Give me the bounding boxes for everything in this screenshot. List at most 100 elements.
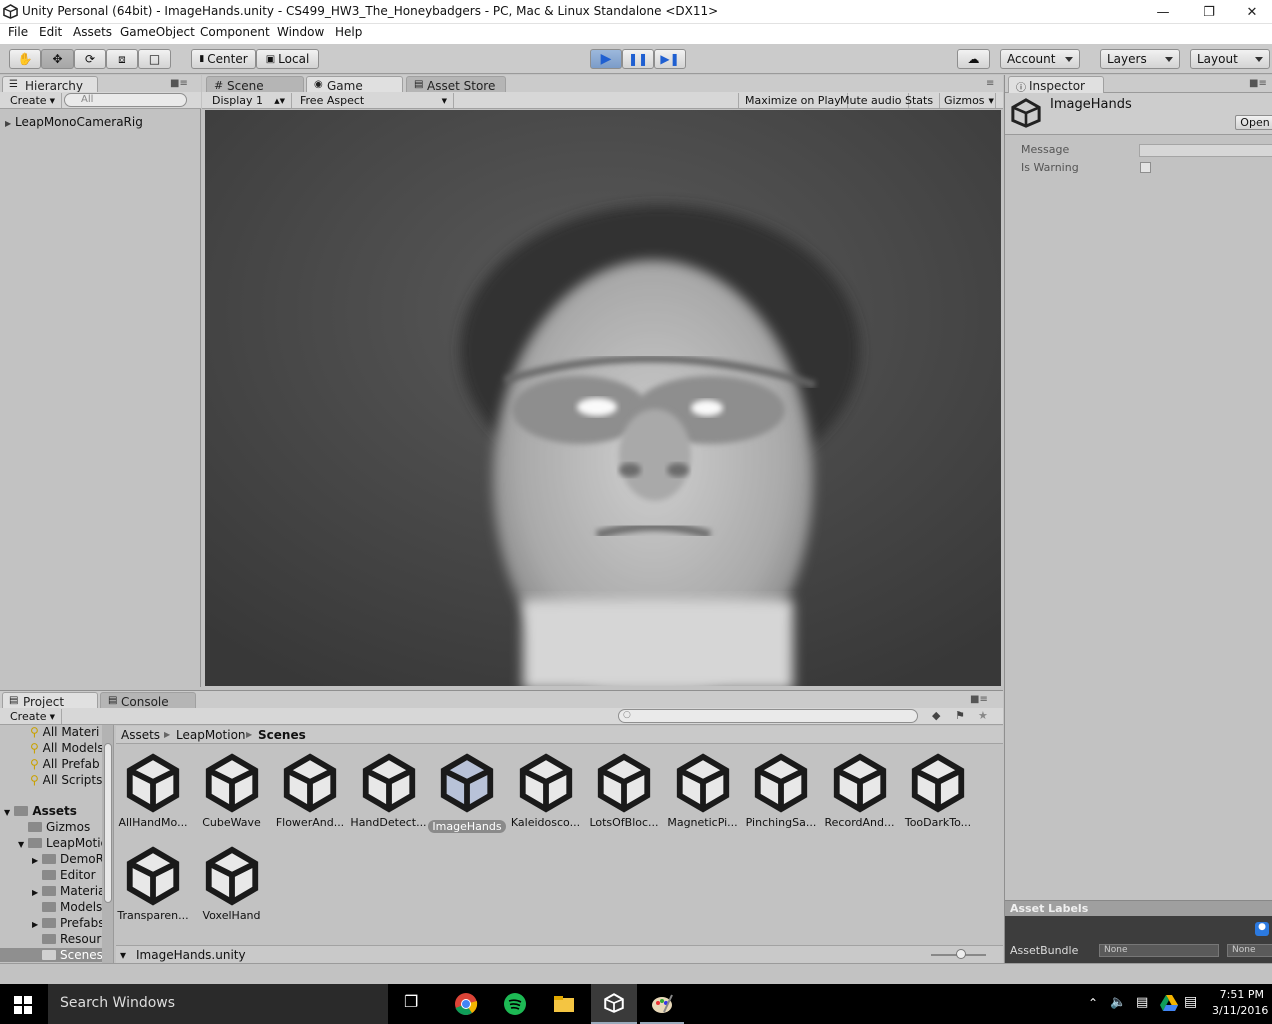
google-drive-icon[interactable]	[1160, 995, 1178, 1011]
asset-item[interactable]: AllHandMo...	[114, 751, 192, 829]
expand-arrow-icon[interactable]: ▶	[32, 888, 38, 897]
folder-models[interactable]: Models	[42, 900, 102, 914]
filter-type-icon[interactable]: ◆	[932, 709, 940, 722]
tab-inspector[interactable]: ⓘ Inspector	[1008, 76, 1104, 94]
favorite-item[interactable]: ⚲ All Models	[30, 741, 104, 755]
breadcrumb-assets[interactable]: Assets	[121, 728, 160, 742]
menu-help[interactable]: Help	[330, 25, 367, 39]
scale-tool-button[interactable]: ⧈	[106, 49, 138, 69]
folder-prefabs[interactable]: ▶ Prefabs	[32, 916, 105, 930]
hierarchy-item[interactable]: ▶ LeapMonoCameraRig	[5, 115, 143, 129]
pause-button[interactable]: ❚❚	[622, 49, 654, 69]
folder-demo[interactable]: ▶ DemoR	[32, 852, 104, 866]
folder-scenes[interactable]: Scenes	[0, 948, 103, 962]
game-render-view[interactable]	[205, 110, 1001, 686]
folder-gizmos[interactable]: Gizmos	[28, 820, 90, 834]
message-field[interactable]	[1139, 144, 1272, 157]
filter-label-icon[interactable]: ⚑	[955, 709, 965, 722]
collapse-arrow-icon[interactable]: ▼	[18, 840, 24, 849]
lock-icon[interactable]: ■≡	[970, 694, 988, 705]
expand-arrow-icon[interactable]: ▶	[32, 920, 38, 929]
menu-assets[interactable]: Assets	[68, 25, 117, 39]
menu-window[interactable]: Window	[272, 25, 329, 39]
zoom-slider-thumb[interactable]	[956, 949, 966, 959]
task-view-icon[interactable]: ❐	[404, 992, 428, 1016]
notifications-icon[interactable]: ▤	[1184, 994, 1197, 1010]
expand-arrow-icon[interactable]: ▶	[5, 119, 11, 128]
play-button[interactable]: ▶	[590, 49, 622, 69]
pivot-local-button[interactable]: ▣ Local	[256, 49, 319, 69]
file-explorer-icon[interactable]	[552, 992, 576, 1016]
lock-icon[interactable]: ■≡	[1249, 78, 1267, 89]
mute-audio-toggle[interactable]: Mute audio	[834, 93, 909, 108]
layers-dropdown[interactable]: Layers	[1100, 49, 1180, 69]
folder-resources[interactable]: Resour	[42, 932, 101, 946]
tree-scrollbar-thumb[interactable]	[104, 743, 112, 903]
asset-bundle-dropdown[interactable]: None	[1099, 944, 1219, 957]
hierarchy-create-button[interactable]: Create ▼	[4, 93, 62, 108]
collapse-arrow-icon[interactable]: ▼	[4, 808, 10, 817]
maximize-on-play-toggle[interactable]: Maximize on Play	[738, 93, 848, 108]
lock-icon[interactable]: ■≡	[170, 78, 188, 89]
minimize-button[interactable]: —	[1140, 0, 1186, 24]
cloud-button[interactable]: ☁	[957, 49, 990, 69]
layout-dropdown[interactable]: Layout	[1190, 49, 1270, 69]
windows-start-icon[interactable]	[14, 996, 32, 1014]
tag-icon[interactable]: ●	[1255, 922, 1269, 936]
chrome-icon[interactable]	[454, 992, 478, 1016]
asset-variant-dropdown[interactable]: None	[1227, 944, 1272, 957]
asset-item[interactable]: Transparen...	[114, 844, 192, 922]
taskbar-search-box[interactable]: Search Windows	[48, 984, 388, 1024]
network-icon[interactable]: ▤	[1136, 995, 1148, 1010]
pivot-center-button[interactable]: ▮ Center	[191, 49, 256, 69]
folder-editor[interactable]: Editor	[42, 868, 96, 882]
asset-item[interactable]: TooDarkTo...	[899, 751, 977, 829]
unity-taskbar-button[interactable]	[591, 984, 637, 1024]
asset-item[interactable]: ImageHands	[428, 751, 506, 836]
stats-toggle[interactable]: Stats	[899, 93, 941, 108]
move-tool-button[interactable]: ✥	[41, 49, 74, 69]
hierarchy-search-input[interactable]: All	[64, 93, 187, 107]
project-create-button[interactable]: Create ▼	[4, 709, 62, 724]
asset-item[interactable]: RecordAnd...	[821, 751, 899, 829]
folder-assets[interactable]: ▼ Assets	[4, 804, 77, 818]
paint-taskbar-button[interactable]	[640, 984, 684, 1024]
asset-item[interactable]: Kaleidosco...	[507, 751, 585, 829]
restore-button[interactable]: ❐	[1186, 0, 1232, 24]
hand-tool-button[interactable]: ✋	[9, 49, 41, 69]
asset-item[interactable]: VoxelHand	[193, 844, 271, 922]
close-button[interactable]: ✕	[1232, 0, 1272, 24]
asset-item[interactable]: MagneticPi...	[664, 751, 742, 829]
account-dropdown[interactable]: Account	[1000, 49, 1080, 69]
volume-icon[interactable]: 🔈	[1110, 995, 1126, 1010]
breadcrumb-scenes[interactable]: Scenes	[258, 728, 306, 742]
open-button[interactable]: Open	[1235, 115, 1272, 130]
gizmos-dropdown[interactable]: Gizmos ▼	[938, 93, 996, 108]
breadcrumb-leapmotion[interactable]: LeapMotion	[176, 728, 246, 742]
menu-component[interactable]: Component	[195, 25, 275, 39]
favorite-star-icon[interactable]: ★	[978, 709, 988, 722]
folder-materials[interactable]: ▶ Materia	[32, 884, 105, 898]
spotify-icon[interactable]	[503, 992, 527, 1016]
display-dropdown[interactable]: Display 1 ▲▼	[206, 93, 292, 108]
aspect-dropdown[interactable]: Free Aspect ▼	[294, 93, 454, 108]
rotate-tool-button[interactable]: ⟳	[74, 49, 106, 69]
favorite-item[interactable]: ⚲ All Prefab	[30, 757, 100, 771]
favorite-item[interactable]: ⚲ All Scripts	[30, 773, 102, 787]
panel-menu-icon[interactable]: ≡	[986, 78, 994, 89]
asset-item[interactable]: CubeWave	[193, 751, 271, 829]
menu-gameobject[interactable]: GameObject	[115, 25, 200, 39]
show-hidden-icons-icon[interactable]: ⌃	[1088, 996, 1098, 1010]
asset-item[interactable]: FlowerAnd...	[271, 751, 349, 829]
is-warning-checkbox[interactable]	[1140, 162, 1151, 173]
asset-item[interactable]: PinchingSa...	[742, 751, 820, 829]
expand-arrow-icon[interactable]: ▶	[32, 856, 38, 865]
asset-item[interactable]: HandDetect...	[350, 751, 428, 829]
tree-scrollbar[interactable]	[102, 725, 113, 963]
rect-tool-button[interactable]: □	[138, 49, 171, 69]
step-button[interactable]: ▶❚	[654, 49, 686, 69]
clock[interactable]: 7:51 PM 3/11/2016	[1212, 988, 1268, 1017]
favorite-item[interactable]: ⚲ All Materi	[30, 725, 99, 739]
menu-edit[interactable]: Edit	[34, 25, 67, 39]
folder-leapmotion[interactable]: ▼ LeapMotic	[18, 836, 107, 850]
